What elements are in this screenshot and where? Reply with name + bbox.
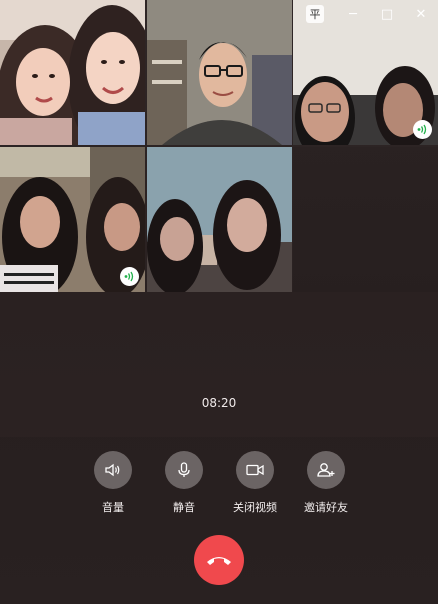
speaking-icon	[417, 124, 427, 135]
speaking-indicator-3	[413, 120, 432, 139]
speaking-indicator-4	[120, 267, 139, 286]
pin-button[interactable]: 平	[302, 0, 336, 28]
microphone-icon	[178, 462, 190, 477]
participant-video-1[interactable]	[0, 0, 145, 145]
add-user-icon	[317, 463, 335, 477]
hang-up-button[interactable]	[194, 535, 244, 585]
hang-up-icon	[207, 557, 231, 565]
camera-off-label: 关闭视频	[233, 501, 277, 514]
camera-off-button[interactable]	[236, 451, 274, 489]
speaking-icon	[124, 271, 134, 282]
invite-button[interactable]	[307, 451, 345, 489]
participant-video-4[interactable]	[0, 147, 145, 292]
pin-icon: 平	[306, 5, 324, 23]
maximize-button[interactable]: □	[370, 0, 404, 28]
invite-label: 邀请好友	[304, 501, 348, 514]
mute-button[interactable]	[165, 451, 203, 489]
participant-video-2[interactable]	[147, 0, 292, 145]
participant-video-5-image	[147, 147, 292, 292]
mute-label: 静音	[173, 501, 195, 514]
empty-video-slot	[293, 147, 438, 292]
participant-video-5[interactable]	[147, 147, 292, 292]
window-controls: 平 ─ □ ✕	[302, 0, 438, 28]
invite-control[interactable]: 邀请好友	[291, 451, 361, 515]
volume-label: 音量	[102, 501, 124, 514]
volume-button[interactable]	[94, 451, 132, 489]
participant-video-2-image	[147, 0, 292, 145]
participant-video-1-image	[0, 0, 145, 145]
speaker-icon	[105, 463, 120, 477]
call-duration: 08:20	[201, 396, 237, 410]
close-button[interactable]: ✕	[404, 0, 438, 28]
mute-control[interactable]: 静音	[149, 451, 219, 515]
camera-off-control[interactable]: 关闭视频	[220, 451, 290, 515]
video-camera-icon	[246, 464, 264, 476]
volume-control[interactable]: 音量	[78, 451, 148, 515]
minimize-button[interactable]: ─	[336, 0, 370, 28]
video-call-window: 平 ─ □ ✕ 08:20 音量 静音 关闭视频 邀请好友	[0, 0, 438, 604]
